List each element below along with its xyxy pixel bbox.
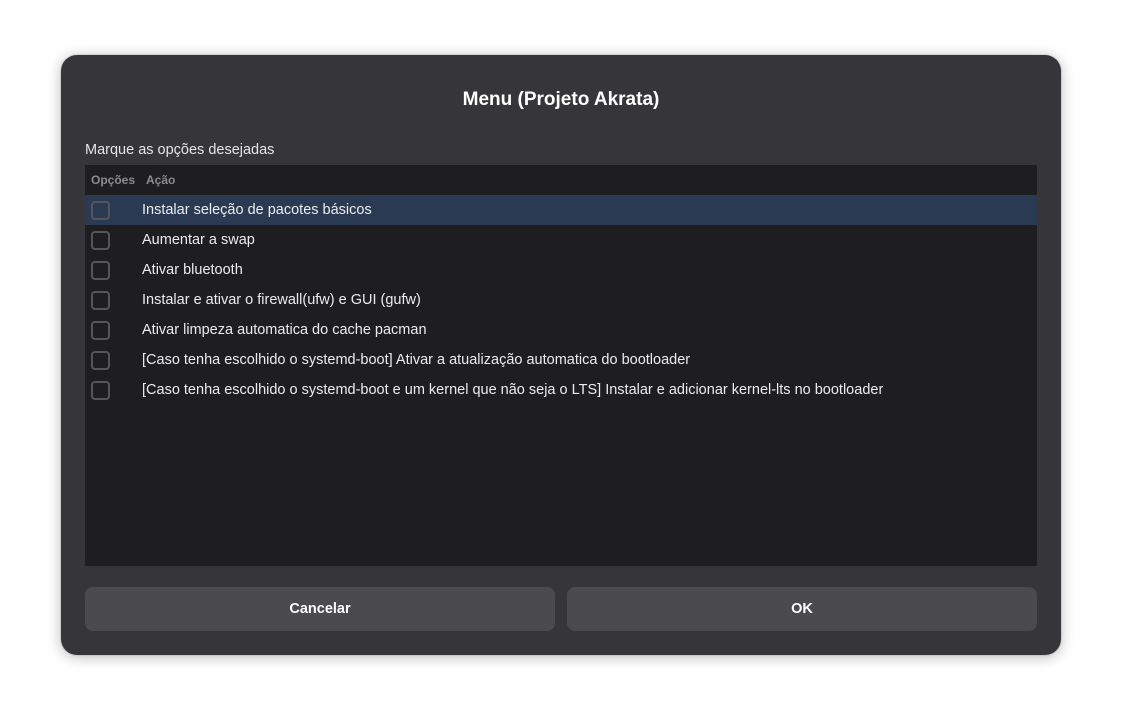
checkbox[interactable]	[91, 351, 110, 370]
options-list: Opções Ação Instalar seleção de pacotes …	[85, 165, 1037, 566]
list-item[interactable]: [Caso tenha escolhido o systemd-boot e u…	[85, 375, 1037, 405]
list-item[interactable]: Aumentar a swap	[85, 225, 1037, 255]
column-header-options[interactable]: Opções	[91, 173, 135, 187]
list-item-label: Instalar e ativar o firewall(ufw) e GUI …	[142, 292, 421, 308]
list-item[interactable]: [Caso tenha escolhido o systemd-boot] At…	[85, 345, 1037, 375]
list-item-label: Ativar limpeza automatica do cache pacma…	[142, 322, 427, 338]
list-item-label: Instalar seleção de pacotes básicos	[142, 202, 372, 218]
list-item-label: [Caso tenha escolhido o systemd-boot e u…	[142, 382, 884, 398]
checkbox[interactable]	[91, 201, 110, 220]
list-item[interactable]: Instalar e ativar o firewall(ufw) e GUI …	[85, 285, 1037, 315]
checkbox[interactable]	[91, 291, 110, 310]
dialog: Menu (Projeto Akrata) Marque as opções d…	[61, 55, 1061, 655]
checkbox[interactable]	[91, 381, 110, 400]
cancel-button[interactable]: Cancelar	[85, 587, 555, 631]
list-item[interactable]: Ativar limpeza automatica do cache pacma…	[85, 315, 1037, 345]
dialog-subtitle: Marque as opções desejadas	[85, 142, 275, 158]
list-item[interactable]: Ativar bluetooth	[85, 255, 1037, 285]
column-header-action[interactable]: Ação	[146, 173, 175, 187]
checkbox[interactable]	[91, 231, 110, 250]
list-header: Opções Ação	[85, 165, 1037, 195]
checkbox[interactable]	[91, 261, 110, 280]
ok-button[interactable]: OK	[567, 587, 1037, 631]
list-item-label: Ativar bluetooth	[142, 262, 243, 278]
dialog-title: Menu (Projeto Akrata)	[462, 89, 660, 110]
list-item[interactable]: Instalar seleção de pacotes básicos	[85, 195, 1037, 225]
checkbox[interactable]	[91, 321, 110, 340]
list-item-label: [Caso tenha escolhido o systemd-boot] At…	[142, 352, 691, 368]
list-item-label: Aumentar a swap	[142, 232, 255, 248]
